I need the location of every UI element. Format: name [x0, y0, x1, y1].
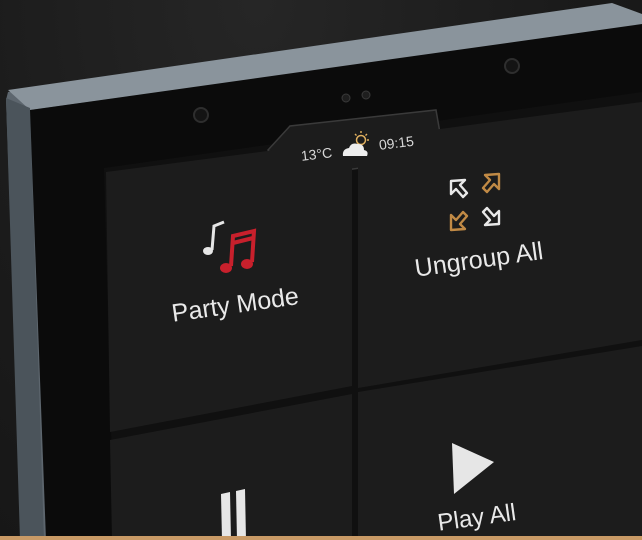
sensor-left	[193, 107, 209, 123]
tile-party-mode[interactable]	[106, 140, 352, 432]
touch-panel-device	[6, 3, 642, 540]
sensor-right	[504, 58, 520, 74]
device-photo: 13°C 09:15 Party Mode Ungroup All Play A…	[0, 0, 642, 540]
camera-dot-1	[341, 93, 351, 103]
camera-dot-2	[361, 90, 371, 100]
bottom-strip	[0, 536, 642, 540]
